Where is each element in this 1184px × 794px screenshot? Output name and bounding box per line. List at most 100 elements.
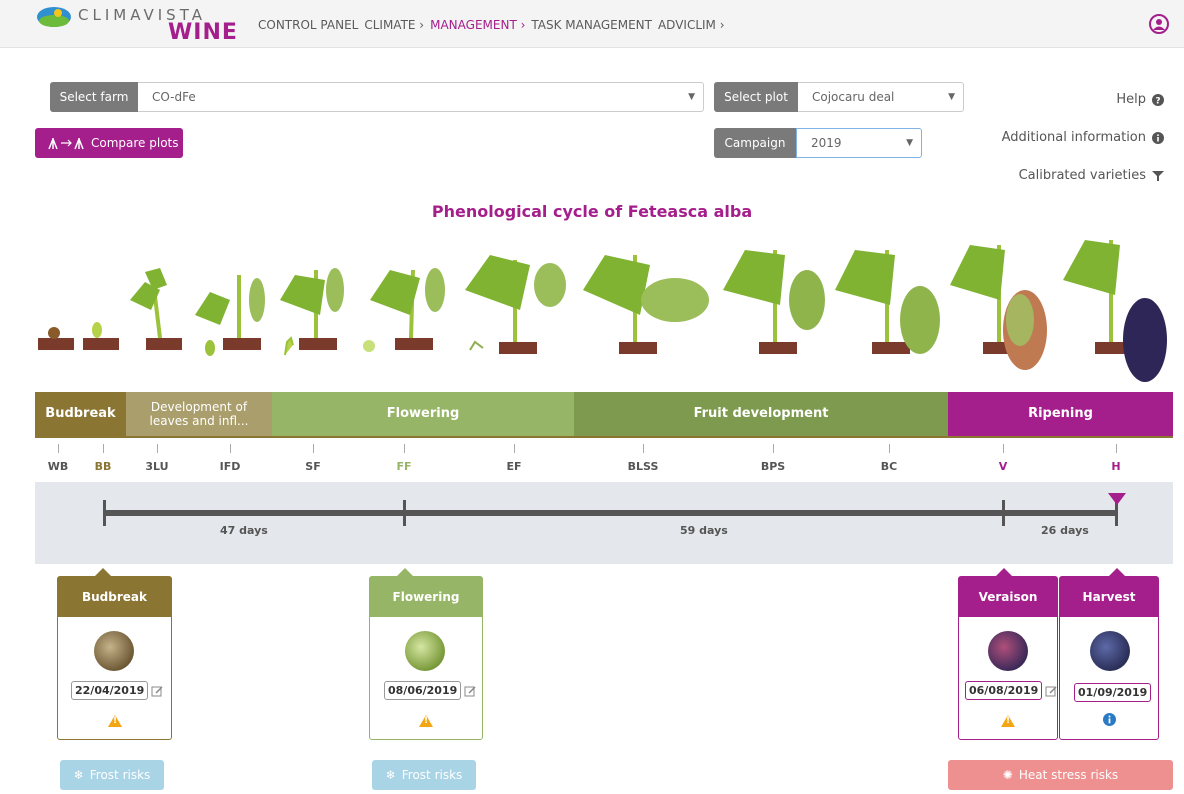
stage-code: EF (506, 460, 522, 473)
stage-budbreak[interactable]: Budbreak (35, 392, 126, 436)
warning-icon[interactable] (108, 715, 122, 727)
warning-icon[interactable] (419, 715, 433, 727)
svg-text:?: ? (1155, 96, 1160, 106)
stage-tick (157, 444, 158, 453)
logo-wine: WINE (168, 20, 238, 45)
stage-code: WB (47, 460, 69, 473)
plot-label: Select plot (714, 82, 798, 112)
chevron-down-icon: ▼ (906, 138, 913, 148)
timeline-marker-budbreak (103, 500, 106, 526)
date-row: 06/08/2019 (965, 681, 1057, 700)
stage-development[interactable]: Development of leaves and infl... (126, 392, 272, 436)
bud-icon (92, 322, 102, 338)
stage-tick (404, 444, 405, 453)
card-title: Harvest (1060, 577, 1158, 617)
stage-tick (643, 444, 644, 453)
farm-select[interactable]: CO-dFe ▼ (138, 82, 704, 112)
stage-code: SF (305, 460, 321, 473)
calibrated-varieties-link[interactable]: Calibrated varieties (1019, 168, 1164, 183)
chevron-down-icon: ▼ (688, 92, 695, 102)
compare-plots-icon (48, 138, 84, 150)
stage-tick (103, 444, 104, 453)
event-card-harvest: Harvest 01/09/2019 (1059, 576, 1159, 740)
risk-label: Frost risks (89, 768, 151, 782)
stage-code: IFD (219, 460, 241, 473)
filter-icon (1152, 170, 1164, 181)
date-row: 22/04/2019 (71, 681, 163, 700)
date-input[interactable]: 06/08/2019 (965, 681, 1043, 700)
stage-ripening-label: Ripening (1028, 406, 1093, 421)
stage-tick (514, 444, 515, 453)
compare-plots-button[interactable]: Compare plots (35, 128, 183, 158)
stage-fruit-development-label: Fruit development (693, 406, 829, 421)
nav-management[interactable]: MANAGEMENT › (430, 18, 525, 32)
stage-code: FF (396, 460, 412, 473)
help-label: Help (1116, 92, 1146, 107)
date-row: 08/06/2019 (384, 681, 476, 700)
budbreak-photo (94, 631, 134, 671)
card-title: Veraison (959, 577, 1057, 617)
stage-code: BC (880, 460, 898, 473)
question-icon: ? (1152, 93, 1164, 106)
sun-icon: ✺ (1002, 768, 1013, 782)
stage-code: 3LU (145, 460, 169, 473)
phenology-illustration (38, 240, 1167, 382)
stage-code: V (998, 460, 1008, 473)
event-card-budbreak: Budbreak 22/04/2019 (57, 576, 172, 740)
date-input[interactable]: 01/09/2019 (1074, 683, 1152, 702)
harvest-pointer-icon (1108, 493, 1126, 505)
stage-fruit-development[interactable]: Fruit development (574, 392, 948, 436)
campaign-label: Campaign (714, 128, 796, 158)
stage-budbreak-label: Budbreak (45, 406, 116, 421)
stage-flowering[interactable]: Flowering (272, 392, 574, 436)
segment-days: 59 days (680, 524, 728, 537)
info-icon (1152, 131, 1164, 144)
stage-tick (1116, 444, 1117, 453)
frost-risks-button[interactable]: ❄ Frost risks (60, 760, 164, 790)
campaign-select[interactable]: 2019 ▼ (796, 128, 922, 158)
risk-label: Heat stress risks (1018, 768, 1119, 782)
page-title: Phenological cycle of Feteasca alba (431, 202, 753, 221)
nav-control-panel[interactable]: CONTROL PANEL (258, 18, 358, 32)
stage-divider (35, 436, 1173, 438)
info-icon[interactable] (1103, 713, 1116, 726)
edit-icon[interactable] (464, 685, 476, 697)
segment-days: 26 days (1041, 524, 1089, 537)
warning-icon[interactable] (1001, 715, 1015, 727)
user-profile-icon[interactable] (1149, 14, 1169, 34)
nav-climate[interactable]: CLIMATE › (364, 18, 424, 32)
additional-info-label: Additional information (1001, 130, 1146, 145)
help-link[interactable]: Help ? (1116, 92, 1164, 107)
plot-select[interactable]: Cojocaru deal ▼ (798, 82, 964, 112)
stage-ripening[interactable]: Ripening (948, 392, 1173, 436)
date-input[interactable]: 22/04/2019 (71, 681, 149, 700)
nav-task-management[interactable]: TASK MANAGEMENT (531, 18, 652, 32)
stage-flowering-label: Flowering (386, 406, 460, 421)
frost-risks-button[interactable]: ❄ Frost risks (372, 760, 476, 790)
farm-select-value: CO-dFe (152, 90, 196, 104)
additional-info-link[interactable]: Additional information (1002, 130, 1164, 145)
calibrated-varieties-label: Calibrated varieties (1018, 168, 1146, 183)
edit-icon[interactable] (1045, 685, 1057, 697)
card-title: Budbreak (58, 577, 171, 617)
logo-icon (37, 7, 71, 27)
stage-tick (1003, 444, 1004, 453)
stage-tick (773, 444, 774, 453)
edit-icon[interactable] (151, 685, 163, 697)
heat-stress-risks-button[interactable]: ✺ Heat stress risks (948, 760, 1173, 790)
stage-development-label: Development of leaves and infl... (149, 400, 249, 428)
stage-tick (230, 444, 231, 453)
date-row: 01/09/2019 (1074, 681, 1152, 702)
stage-code: H (1111, 460, 1121, 473)
stage-code: BPS (760, 460, 786, 473)
campaign-select-value: 2019 (811, 136, 842, 150)
logo[interactable]: CLIMAVISTA WINE (36, 4, 238, 45)
snowflake-icon: ❄ (73, 768, 84, 782)
event-card-flowering: Flowering 08/06/2019 (369, 576, 483, 740)
stage-codes: WB BB 3LU IFD SF FF EF BLSS BPS BC V H (0, 444, 1184, 476)
date-input[interactable]: 08/06/2019 (384, 681, 462, 700)
timeline-track (104, 510, 1118, 516)
nav-adviclim[interactable]: ADVICLIM › (658, 18, 725, 32)
risk-label: Frost risks (401, 768, 463, 782)
event-card-veraison: Veraison 06/08/2019 (958, 576, 1058, 740)
